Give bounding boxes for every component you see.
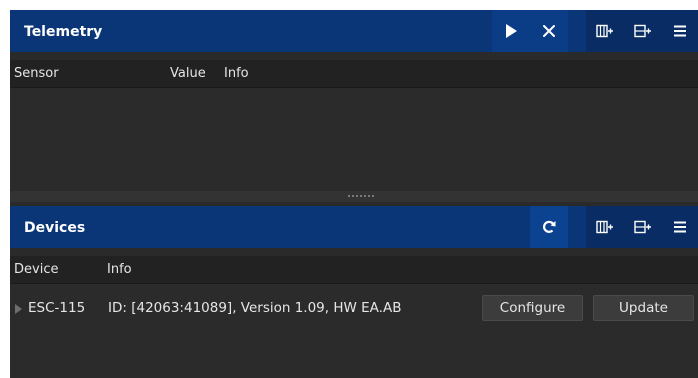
menu-icon (674, 25, 686, 37)
info-column-label: Info (224, 66, 249, 81)
menu-icon (674, 221, 686, 233)
add-column-icon (596, 220, 613, 234)
add-row-icon (634, 220, 651, 234)
devices-info-column-label: Info (107, 262, 132, 277)
clear-button[interactable] (530, 10, 568, 52)
devices-menu-button[interactable] (662, 206, 698, 248)
devices-add-column-button[interactable] (586, 206, 624, 248)
panel-splitter[interactable] (10, 191, 698, 202)
devices-add-row-button[interactable] (624, 206, 662, 248)
add-column-icon (596, 24, 613, 38)
device-info: ID: [42063:41089], Version 1.09, HW EA.A… (108, 300, 402, 316)
value-column-label: Value (170, 66, 206, 81)
play-button[interactable] (492, 10, 530, 52)
expand-arrow-icon[interactable] (15, 304, 22, 314)
telemetry-list (10, 88, 698, 191)
device-row[interactable]: ESC-115 ID: [42063:41089], Version 1.09,… (10, 294, 698, 322)
sensor-column-label: Sensor (14, 66, 59, 81)
close-icon (543, 25, 555, 37)
devices-header: Devices (10, 206, 698, 248)
refresh-button[interactable] (530, 206, 568, 248)
menu-button[interactable] (662, 10, 698, 52)
splitter-grip (348, 195, 374, 197)
telemetry-column-header: Sensor Value Info (10, 60, 698, 88)
add-row-icon (634, 24, 651, 38)
play-icon (506, 24, 517, 38)
device-column-label: Device (14, 262, 59, 277)
add-column-button[interactable] (586, 10, 624, 52)
telemetry-title: Telemetry (24, 24, 103, 40)
devices-column-header: Device Info (10, 256, 698, 284)
configure-button[interactable]: Configure (482, 295, 583, 321)
refresh-icon (543, 220, 556, 233)
telemetry-header: Telemetry (10, 10, 698, 52)
app-window: Telemetry Sensor Value Info Devices Devi… (10, 10, 698, 378)
add-row-button[interactable] (624, 10, 662, 52)
device-name: ESC-115 (28, 300, 86, 316)
update-button[interactable]: Update (593, 295, 694, 321)
devices-title: Devices (24, 220, 86, 236)
